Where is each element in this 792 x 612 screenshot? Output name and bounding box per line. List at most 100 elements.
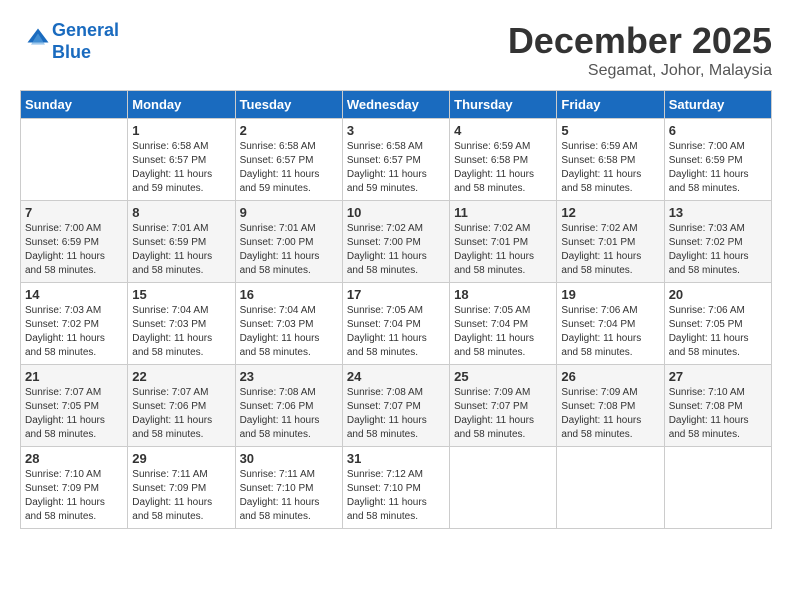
day-info: Sunrise: 7:06 AMSunset: 7:04 PMDaylight:… <box>561 304 659 360</box>
day-cell: 19 Sunrise: 7:06 AMSunset: 7:04 PMDayligh… <box>557 283 664 365</box>
day-info: Sunrise: 7:05 AMSunset: 7:04 PMDaylight:… <box>454 304 552 360</box>
day-cell: 23 Sunrise: 7:08 AMSunset: 7:06 PMDayligh… <box>235 365 342 447</box>
day-cell: 2Sunrise: 6:58 AMSunset: 6:57 PMDaylight… <box>235 119 342 201</box>
day-info: Sunrise: 7:01 AMSunset: 7:00 PMDaylight:… <box>240 222 338 278</box>
day-number: 29 <box>132 451 230 466</box>
day-info: Sunrise: 7:07 AMSunset: 7:05 PMDaylight:… <box>25 386 123 442</box>
day-info: Sunrise: 7:00 AMSunset: 6:59 PMDaylight:… <box>25 222 123 278</box>
day-number: 7 <box>25 205 123 220</box>
day-number: 11 <box>454 205 552 220</box>
location: Segamat, Johor, Malaysia <box>508 62 772 80</box>
header-cell-friday: Friday <box>557 91 664 119</box>
day-info: Sunrise: 7:08 AMSunset: 7:06 PMDaylight:… <box>240 386 338 442</box>
header-row: SundayMondayTuesdayWednesdayThursdayFrid… <box>21 91 772 119</box>
day-info: Sunrise: 7:02 AMSunset: 7:01 PMDaylight:… <box>454 222 552 278</box>
day-number: 27 <box>669 369 767 384</box>
day-cell: 29 Sunrise: 7:11 AMSunset: 7:09 PMDayligh… <box>128 447 235 529</box>
day-info: Sunrise: 7:09 AMSunset: 7:07 PMDaylight:… <box>454 386 552 442</box>
day-info: Sunrise: 7:12 AMSunset: 7:10 PMDaylight:… <box>347 468 445 524</box>
header-cell-tuesday: Tuesday <box>235 91 342 119</box>
calendar-table: SundayMondayTuesdayWednesdayThursdayFrid… <box>20 90 772 529</box>
day-number: 6 <box>669 123 767 138</box>
day-info: Sunrise: 6:58 AMSunset: 6:57 PMDaylight:… <box>347 140 445 196</box>
week-row-2: 7 Sunrise: 7:00 AMSunset: 6:59 PMDaylight… <box>21 201 772 283</box>
day-info: Sunrise: 7:03 AMSunset: 7:02 PMDaylight:… <box>25 304 123 360</box>
day-cell: 21 Sunrise: 7:07 AMSunset: 7:05 PMDayligh… <box>21 365 128 447</box>
day-number: 24 <box>347 369 445 384</box>
day-cell <box>21 119 128 201</box>
day-info: Sunrise: 7:10 AMSunset: 7:09 PMDaylight:… <box>25 468 123 524</box>
day-info: Sunrise: 7:07 AMSunset: 7:06 PMDaylight:… <box>132 386 230 442</box>
day-cell: 1Sunrise: 6:58 AMSunset: 6:57 PMDaylight… <box>128 119 235 201</box>
day-number: 14 <box>25 287 123 302</box>
day-info: Sunrise: 6:59 AMSunset: 6:58 PMDaylight:… <box>454 140 552 196</box>
day-cell: 9 Sunrise: 7:01 AMSunset: 7:00 PMDaylight… <box>235 201 342 283</box>
day-cell: 18 Sunrise: 7:05 AMSunset: 7:04 PMDayligh… <box>450 283 557 365</box>
week-row-5: 28 Sunrise: 7:10 AMSunset: 7:09 PMDayligh… <box>21 447 772 529</box>
day-cell: 7 Sunrise: 7:00 AMSunset: 6:59 PMDaylight… <box>21 201 128 283</box>
day-number: 3 <box>347 123 445 138</box>
day-cell: 15 Sunrise: 7:04 AMSunset: 7:03 PMDayligh… <box>128 283 235 365</box>
day-number: 30 <box>240 451 338 466</box>
day-number: 20 <box>669 287 767 302</box>
day-cell <box>450 447 557 529</box>
title-block: December 2025 Segamat, Johor, Malaysia <box>508 20 772 80</box>
day-number: 28 <box>25 451 123 466</box>
day-number: 13 <box>669 205 767 220</box>
day-number: 12 <box>561 205 659 220</box>
day-cell: 28 Sunrise: 7:10 AMSunset: 7:09 PMDayligh… <box>21 447 128 529</box>
day-cell: 11 Sunrise: 7:02 AMSunset: 7:01 PMDayligh… <box>450 201 557 283</box>
day-cell: 17 Sunrise: 7:05 AMSunset: 7:04 PMDayligh… <box>342 283 449 365</box>
week-row-1: 1 Sunrise: 6:58 AMSunset: 6:57 PMDaylight… <box>21 119 772 201</box>
day-cell: 24Sunrise: 7:08 AMSunset: 7:07 PMDayligh… <box>342 365 449 447</box>
day-number: 19 <box>561 287 659 302</box>
day-cell <box>557 447 664 529</box>
day-number: 1 <box>132 123 230 138</box>
day-number: 17 <box>347 287 445 302</box>
day-cell: 20Sunrise: 7:06 AMSunset: 7:05 PMDayligh… <box>664 283 771 365</box>
logo: General Blue <box>20 20 119 63</box>
day-number: 8 <box>132 205 230 220</box>
day-info: Sunrise: 7:04 AMSunset: 7:03 PMDaylight:… <box>240 304 338 360</box>
day-cell: 6Sunrise: 7:00 AMSunset: 6:59 PMDaylight… <box>664 119 771 201</box>
day-cell: 10Sunrise: 7:02 AMSunset: 7:00 PMDayligh… <box>342 201 449 283</box>
day-number: 2 <box>240 123 338 138</box>
day-cell: 13 Sunrise: 7:03 AMSunset: 7:02 PMDayligh… <box>664 201 771 283</box>
day-number: 15 <box>132 287 230 302</box>
logo-icon <box>24 25 52 53</box>
header-cell-saturday: Saturday <box>664 91 771 119</box>
day-cell: 30 Sunrise: 7:11 AMSunset: 7:10 PMDayligh… <box>235 447 342 529</box>
day-number: 21 <box>25 369 123 384</box>
day-cell: 12 Sunrise: 7:02 AMSunset: 7:01 PMDayligh… <box>557 201 664 283</box>
logo-line1: General <box>52 20 119 40</box>
logo-text: General Blue <box>52 20 119 63</box>
day-number: 26 <box>561 369 659 384</box>
day-info: Sunrise: 6:59 AMSunset: 6:58 PMDaylight:… <box>561 140 659 196</box>
day-number: 18 <box>454 287 552 302</box>
day-cell: 22Sunrise: 7:07 AMSunset: 7:06 PMDayligh… <box>128 365 235 447</box>
header-cell-monday: Monday <box>128 91 235 119</box>
week-row-4: 21 Sunrise: 7:07 AMSunset: 7:05 PMDayligh… <box>21 365 772 447</box>
day-info: Sunrise: 7:02 AMSunset: 7:01 PMDaylight:… <box>561 222 659 278</box>
day-info: Sunrise: 7:05 AMSunset: 7:04 PMDaylight:… <box>347 304 445 360</box>
day-number: 25 <box>454 369 552 384</box>
day-info: Sunrise: 7:10 AMSunset: 7:08 PMDaylight:… <box>669 386 767 442</box>
header-cell-sunday: Sunday <box>21 91 128 119</box>
day-info: Sunrise: 7:11 AMSunset: 7:10 PMDaylight:… <box>240 468 338 524</box>
day-number: 4 <box>454 123 552 138</box>
week-row-3: 14 Sunrise: 7:03 AMSunset: 7:02 PMDayligh… <box>21 283 772 365</box>
day-cell: 5 Sunrise: 6:59 AMSunset: 6:58 PMDaylight… <box>557 119 664 201</box>
day-cell: 3 Sunrise: 6:58 AMSunset: 6:57 PMDaylight… <box>342 119 449 201</box>
day-cell: 25 Sunrise: 7:09 AMSunset: 7:07 PMDayligh… <box>450 365 557 447</box>
day-number: 9 <box>240 205 338 220</box>
day-number: 23 <box>240 369 338 384</box>
day-number: 5 <box>561 123 659 138</box>
day-cell: 27 Sunrise: 7:10 AMSunset: 7:08 PMDayligh… <box>664 365 771 447</box>
day-info: Sunrise: 7:11 AMSunset: 7:09 PMDaylight:… <box>132 468 230 524</box>
month-title: December 2025 <box>508 20 772 62</box>
day-cell <box>664 447 771 529</box>
day-info: Sunrise: 7:03 AMSunset: 7:02 PMDaylight:… <box>669 222 767 278</box>
page-header: General Blue December 2025 Segamat, Joho… <box>20 20 772 80</box>
day-info: Sunrise: 7:04 AMSunset: 7:03 PMDaylight:… <box>132 304 230 360</box>
day-info: Sunrise: 7:01 AMSunset: 6:59 PMDaylight:… <box>132 222 230 278</box>
